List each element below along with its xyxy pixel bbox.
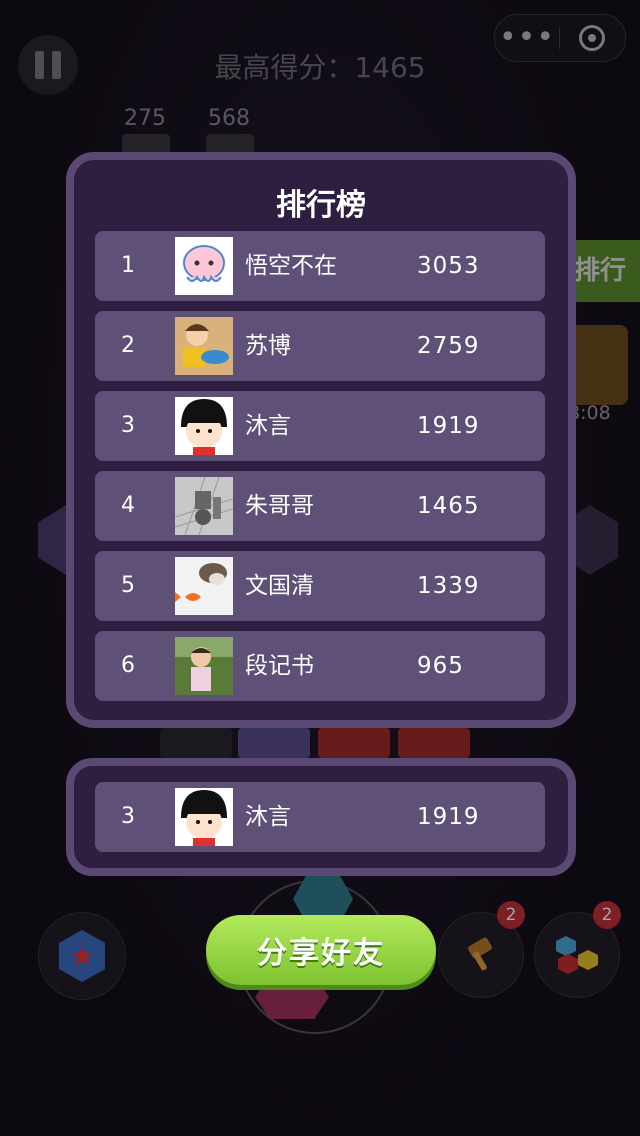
rank-number: 1: [121, 253, 135, 278]
player-score: 1919: [417, 804, 480, 830]
rank-number: 2: [121, 333, 135, 358]
my-rank-row[interactable]: 3 沐言 1919: [95, 782, 545, 852]
leaderboard-row[interactable]: 1 悟空不在 3053: [95, 231, 545, 301]
leaderboard-row[interactable]: 6 段记书 965: [95, 631, 545, 701]
player-name: 朱哥哥: [245, 493, 314, 519]
leaderboard-row[interactable]: 5 文国清 1339: [95, 551, 545, 621]
player-name: 文国清: [245, 573, 314, 599]
share-friends-button[interactable]: 分享好友: [206, 915, 436, 985]
player-name: 悟空不在: [245, 253, 337, 279]
rank-number: 3: [121, 804, 135, 829]
rank-number: 5: [121, 573, 135, 598]
rank-number: 3: [121, 413, 135, 438]
player-name: 沐言: [245, 413, 291, 439]
player-name: 苏博: [245, 333, 291, 359]
player-name: 段记书: [245, 653, 314, 679]
player-score: 1339: [417, 573, 480, 599]
child-photo-avatar: [175, 637, 233, 695]
leaderboard-title: 排行榜: [276, 188, 366, 223]
player-name: 沐言: [245, 804, 291, 830]
player-score: 965: [417, 653, 464, 679]
player-score: 1465: [417, 493, 480, 519]
octopus-avatar: [175, 237, 233, 295]
my-rank-panel: 3 沐言 1919: [66, 758, 576, 876]
maruko-avatar: [175, 397, 233, 455]
cartoon-boy-avatar: [175, 317, 233, 375]
chess-pieces-avatar: [175, 477, 233, 535]
maruko-avatar: [175, 788, 233, 846]
player-score: 1919: [417, 413, 480, 439]
rank-number: 4: [121, 493, 135, 518]
player-score: 3053: [417, 253, 480, 279]
leaderboard-row[interactable]: 2 苏博 2759: [95, 311, 545, 381]
rank-number: 6: [121, 653, 135, 678]
leaderboard-panel: 排行榜 1 悟空不在 3053 2 苏博 2759 3 沐言 1919 4 朱哥…: [66, 152, 576, 728]
leaderboard-row[interactable]: 3 沐言 1919: [95, 391, 545, 461]
player-score: 2759: [417, 333, 480, 359]
cat-goldfish-avatar: [175, 557, 233, 615]
leaderboard-row[interactable]: 4 朱哥哥 1465: [95, 471, 545, 541]
